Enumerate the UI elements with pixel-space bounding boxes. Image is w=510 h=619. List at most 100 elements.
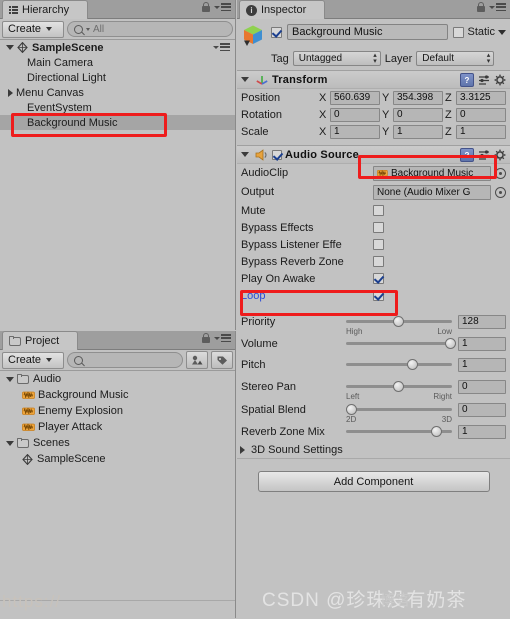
spatial-blend-value-field[interactable]: 0 <box>458 402 506 417</box>
slider-knob[interactable] <box>407 359 419 370</box>
static-dropdown-chevron-icon[interactable] <box>498 29 506 35</box>
hierarchy-item-menu-canvas[interactable]: Menu Canvas <box>0 85 235 100</box>
reverb-zone-mix-slider[interactable] <box>346 423 452 440</box>
project-item-player-attack[interactable]: Player Attack <box>0 419 235 435</box>
axis-y-label: Y <box>382 125 390 138</box>
project-item-scenes-folder[interactable]: Scenes <box>0 435 235 451</box>
audio-source-title: Audio Source <box>285 148 359 161</box>
search-by-type-button[interactable] <box>186 351 208 369</box>
hierarchy-scene-row[interactable]: SampleScene <box>0 40 235 55</box>
pitch-row: Pitch 1 <box>237 354 510 375</box>
scale-z-field[interactable]: 1 <box>456 124 506 139</box>
slider-knob[interactable] <box>392 381 404 392</box>
volume-value-field[interactable]: 1 <box>458 336 506 351</box>
project-item-enemy-explosion[interactable]: Enemy Explosion <box>0 403 235 419</box>
hierarchy-item-directional-light[interactable]: Directional Light <box>0 70 235 85</box>
project-item-audio-folder[interactable]: Audio <box>0 371 235 387</box>
hierarchy-search-input[interactable]: All <box>67 21 233 37</box>
hierarchy-item-main-camera[interactable]: Main Camera <box>0 55 235 70</box>
gear-icon[interactable] <box>494 149 506 161</box>
slider-knob[interactable] <box>444 338 456 349</box>
gameobject-header: Background Music Static <box>237 19 510 49</box>
volume-slider[interactable] <box>346 335 456 352</box>
output-object-field[interactable]: None (Audio Mixer G <box>373 184 491 200</box>
position-x-field[interactable]: 560.639 <box>330 90 380 105</box>
hierarchy-panel: Hierarchy Create All SampleScene Main Ca… <box>0 0 236 331</box>
tab-inspector[interactable]: i Inspector <box>239 0 326 19</box>
project-search-input[interactable] <box>67 352 183 368</box>
help-icon[interactable]: ? <box>460 148 474 162</box>
spatial-blend-slider[interactable]: 2D 3D <box>346 401 452 424</box>
static-checkbox[interactable] <box>453 26 465 38</box>
lock-icon[interactable] <box>202 2 210 12</box>
position-y-field[interactable]: 354.398 <box>393 90 443 105</box>
priority-slider[interactable]: High Low <box>346 313 452 336</box>
bypass-listener-effects-checkbox[interactable] <box>373 239 384 250</box>
transform-header[interactable]: Transform ? <box>237 71 510 89</box>
hierarchy-item-background-music[interactable]: Background Music <box>0 115 235 130</box>
loop-checkbox[interactable] <box>373 290 384 301</box>
scale-x-field[interactable]: 1 <box>330 124 380 139</box>
axis-z-label: Z <box>445 125 452 138</box>
expand-triangle-icon[interactable] <box>6 45 14 50</box>
lock-icon[interactable] <box>477 2 485 12</box>
audio-source-header[interactable]: Audio Source ? <box>237 146 510 164</box>
play-on-awake-checkbox[interactable] <box>373 273 384 284</box>
priority-value-field[interactable]: 128 <box>458 314 506 329</box>
project-item-background-music[interactable]: Background Music <box>0 387 235 403</box>
static-toggle-group[interactable]: Static <box>453 26 506 38</box>
object-picker-icon[interactable] <box>495 186 506 198</box>
preset-icon[interactable] <box>478 74 490 86</box>
project-item-samplescene[interactable]: SampleScene <box>0 451 235 467</box>
rotation-x-field[interactable]: 0 <box>330 107 380 122</box>
tab-hierarchy[interactable]: Hierarchy <box>2 0 89 19</box>
hierarchy-item-label: Main Camera <box>27 56 94 69</box>
stereo-pan-value-field[interactable]: 0 <box>458 379 506 394</box>
mute-checkbox[interactable] <box>373 205 384 216</box>
inspector-options-icon[interactable] <box>489 3 506 11</box>
expand-triangle-icon[interactable] <box>6 376 14 382</box>
project-create-button[interactable]: Create <box>2 351 64 369</box>
gear-icon[interactable] <box>494 74 506 86</box>
hierarchy-item-eventsystem[interactable]: EventSystem <box>0 100 235 115</box>
pitch-slider[interactable] <box>346 356 452 373</box>
slider-knob[interactable] <box>430 426 442 437</box>
scene-options-icon[interactable] <box>213 43 230 51</box>
add-component-button[interactable]: Add Component <box>257 471 490 492</box>
rotation-z-field[interactable]: 0 <box>456 107 506 122</box>
help-icon[interactable]: ? <box>460 73 474 87</box>
project-options-icon[interactable] <box>214 334 231 342</box>
hierarchy-create-button[interactable]: Create <box>2 20 64 38</box>
lock-icon[interactable] <box>202 333 210 343</box>
pitch-value-field[interactable]: 1 <box>458 357 506 372</box>
expand-triangle-icon[interactable] <box>240 446 245 454</box>
expand-triangle-icon[interactable] <box>241 77 249 82</box>
tab-project[interactable]: Project <box>2 331 79 350</box>
stereo-pan-slider[interactable]: Left Right <box>346 378 452 401</box>
object-picker-icon[interactable] <box>495 167 506 179</box>
slider-right-label: Right <box>433 392 452 401</box>
position-z-field[interactable]: 3.3125 <box>456 90 506 105</box>
expand-triangle-icon[interactable] <box>8 88 13 97</box>
gameobject-enabled-checkbox[interactable] <box>271 26 282 38</box>
3d-sound-settings-row[interactable]: 3D Sound Settings <box>237 442 510 459</box>
scale-y-field[interactable]: 1 <box>393 124 443 139</box>
expand-triangle-icon[interactable] <box>6 440 14 446</box>
transform-title: Transform <box>272 73 328 86</box>
rotation-y-field[interactable]: 0 <box>393 107 443 122</box>
slider-knob[interactable] <box>392 316 404 327</box>
layer-dropdown[interactable]: Default ▴ ▾ <box>416 51 495 66</box>
unity-scene-icon <box>17 42 28 53</box>
bypass-effects-checkbox[interactable] <box>373 222 384 233</box>
bypass-reverb-zones-checkbox[interactable] <box>373 256 384 267</box>
hierarchy-options-icon[interactable] <box>214 3 231 11</box>
expand-triangle-icon[interactable] <box>241 152 249 157</box>
gameobject-name-field[interactable]: Background Music <box>287 24 449 40</box>
audio-source-enabled-checkbox[interactable] <box>272 149 282 160</box>
search-by-label-button[interactable] <box>211 351 233 369</box>
preset-icon[interactable] <box>478 149 490 161</box>
tag-dropdown[interactable]: Untagged ▴ ▾ <box>292 51 381 66</box>
reverb-zone-mix-value-field[interactable]: 1 <box>458 424 506 439</box>
slider-knob[interactable] <box>346 404 357 415</box>
audioclip-object-field[interactable]: Background Music <box>373 165 491 181</box>
